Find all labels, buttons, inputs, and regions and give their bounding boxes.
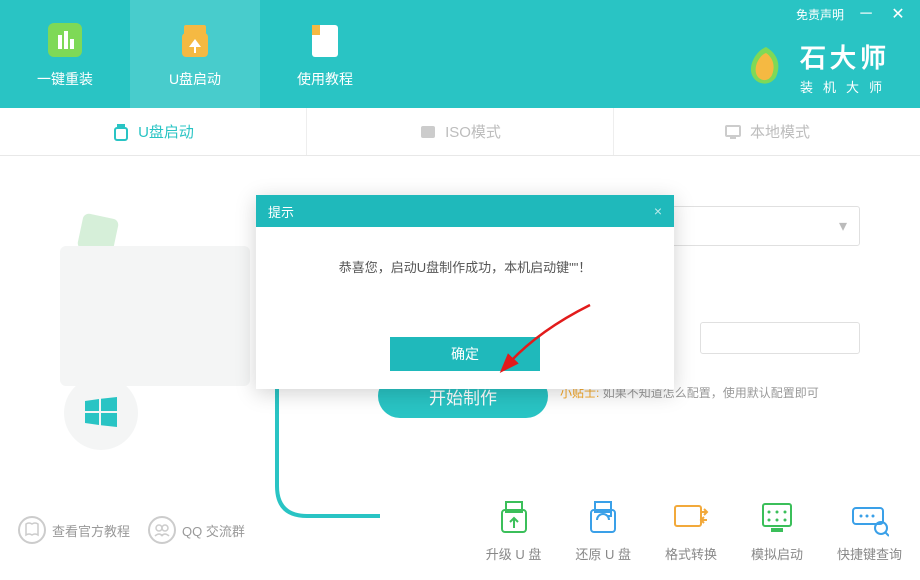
tab-label: 一键重装 [37, 69, 93, 89]
dialog-close-button[interactable]: × [654, 203, 662, 219]
reinstall-icon [44, 19, 86, 61]
mode-tab-local[interactable]: 本地模式 [614, 108, 920, 155]
app-header: 一键重装 U盘启动 使用教程 免责声明 ─ ✕ 石大师 装机大师 [0, 0, 920, 108]
dialog-title: 提示 [268, 202, 294, 221]
mode-tab-label: 本地模式 [750, 121, 810, 142]
brand-title: 石大师 [800, 38, 892, 75]
dialog-message: 恭喜您，启动U盘制作成功，本机启动键""！ [339, 260, 592, 275]
iso-icon [419, 123, 437, 141]
mode-tabs: U盘启动 ISO模式 本地模式 [0, 108, 920, 156]
header-tabs: 一键重装 U盘启动 使用教程 [0, 0, 390, 108]
qq-group-link[interactable]: QQ 交流群 [148, 516, 245, 544]
monitor-icon [724, 123, 742, 141]
minimize-button[interactable]: ─ [856, 4, 876, 24]
brand-logo-icon [742, 43, 790, 91]
action-icon [669, 498, 713, 538]
link-label: 查看官方教程 [52, 521, 130, 540]
window-controls: 免责声明 ─ ✕ [784, 0, 920, 28]
action-3[interactable]: 模拟启动 [751, 498, 803, 563]
brand: 石大师 装机大师 [742, 38, 892, 96]
mode-tab-label: ISO模式 [445, 121, 501, 142]
windows-icon [81, 393, 121, 433]
tab-usb-boot[interactable]: U盘启动 [130, 0, 260, 108]
footer-actions: 升级 U 盘 还原 U 盘 格式转换 模拟启动 快捷键查询 [486, 498, 902, 563]
tab-label: 使用教程 [297, 69, 353, 89]
action-2[interactable]: 格式转换 [665, 498, 717, 563]
link-label: QQ 交流群 [182, 521, 245, 540]
action-label: 升级 U 盘 [486, 544, 542, 563]
dialog-ok-button[interactable]: 确定 [390, 337, 540, 371]
action-4[interactable]: 快捷键查询 [837, 498, 902, 563]
disclaimer-link[interactable]: 免责声明 [796, 6, 844, 23]
dialog-footer: 确定 [256, 337, 674, 389]
action-label: 快捷键查询 [837, 544, 902, 563]
mode-tab-label: U盘启动 [138, 121, 194, 142]
book-icon [18, 516, 46, 544]
footer: 查看官方教程 QQ 交流群 升级 U 盘 还原 U 盘 格式转换 模拟启动 快捷键查询 [0, 480, 920, 580]
people-icon [148, 516, 176, 544]
action-label: 格式转换 [665, 544, 717, 563]
action-1[interactable]: 还原 U 盘 [575, 498, 631, 563]
action-0[interactable]: 升级 U 盘 [486, 498, 542, 563]
mode-tab-usb[interactable]: U盘启动 [0, 108, 307, 155]
brand-subtitle: 装机大师 [800, 77, 892, 96]
dialog: 提示 × 恭喜您，启动U盘制作成功，本机启动键""！ 确定 [256, 195, 674, 389]
action-icon [581, 498, 625, 538]
action-label: 还原 U 盘 [575, 544, 631, 563]
tab-reinstall[interactable]: 一键重装 [0, 0, 130, 108]
config-input[interactable] [700, 322, 860, 354]
action-icon [492, 498, 536, 538]
action-icon [847, 498, 891, 538]
dialog-body: 恭喜您，启动U盘制作成功，本机启动键""！ [256, 227, 674, 337]
footer-links: 查看官方教程 QQ 交流群 [18, 516, 245, 544]
ok-label: 确定 [451, 344, 479, 364]
action-label: 模拟启动 [751, 544, 803, 563]
tutorial-link[interactable]: 查看官方教程 [18, 516, 130, 544]
chevron-down-icon: ▾ [839, 216, 847, 236]
tab-label: U盘启动 [169, 69, 221, 89]
usb-icon [112, 123, 130, 141]
close-button[interactable]: ✕ [888, 4, 908, 24]
action-icon [755, 498, 799, 538]
dialog-header: 提示 × [256, 195, 674, 227]
tutorial-icon [304, 19, 346, 61]
mode-tab-iso[interactable]: ISO模式 [307, 108, 614, 155]
usb-boot-icon [174, 19, 216, 61]
tab-tutorial[interactable]: 使用教程 [260, 0, 390, 108]
